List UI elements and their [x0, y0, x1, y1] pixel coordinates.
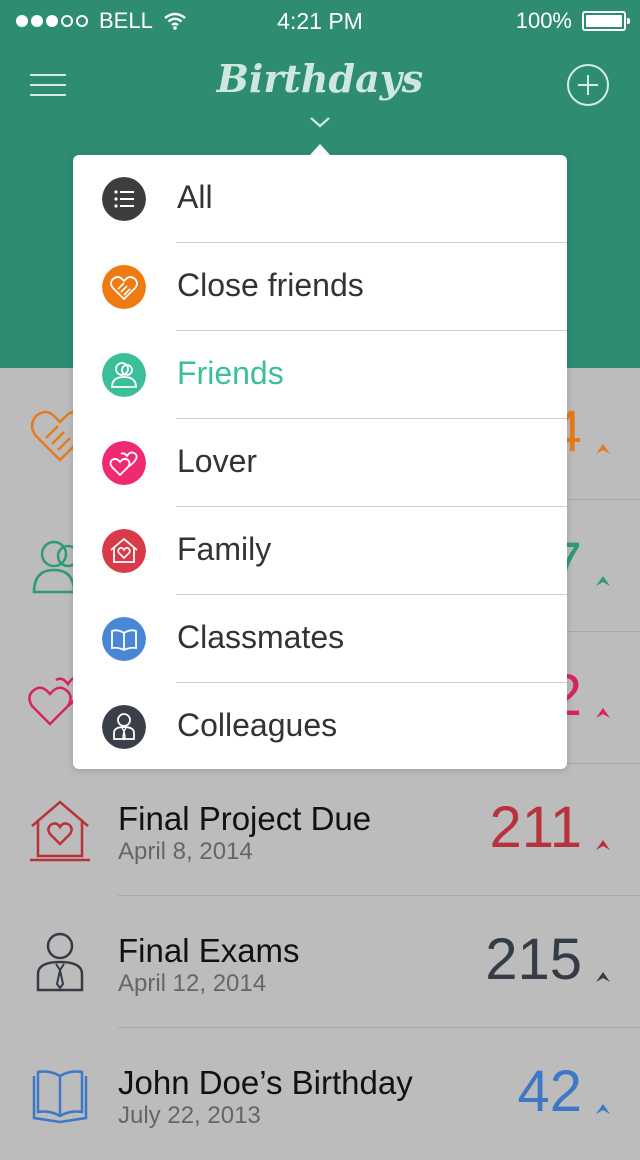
dropdown-item-classmates[interactable]: Classmates: [73, 595, 567, 683]
arrow-up-icon: [596, 840, 610, 850]
dropdown-item-family[interactable]: Family: [73, 507, 567, 595]
event-title: Final Project Due: [118, 800, 372, 837]
dropdown-item-colleagues[interactable]: Colleagues: [73, 683, 567, 771]
dropdown-item-label: Close friends: [177, 267, 364, 303]
days-count: 211: [489, 795, 582, 860]
status-bar: BELL 4:21 PM 100%: [0, 0, 640, 40]
add-icon[interactable]: [566, 63, 610, 107]
page-title[interactable]: Birthdays: [0, 56, 640, 101]
dropdown-item-friends[interactable]: Friends: [73, 331, 567, 419]
businessman-icon: [102, 705, 146, 749]
hearts-icon: [102, 441, 146, 485]
handshake-heart-icon: [102, 265, 146, 309]
days-count: 42: [517, 1059, 582, 1124]
book-icon: [102, 617, 146, 661]
chevron-down-icon[interactable]: [309, 115, 331, 129]
businessman-icon: [36, 932, 84, 992]
arrow-up-icon: [596, 972, 610, 982]
dropdown-item-label: Classmates: [177, 619, 345, 655]
list-item[interactable]: Final Exams April 12, 2014 215: [0, 896, 640, 1028]
arrow-up-icon: [596, 708, 610, 718]
event-date: July 22, 2013: [118, 1102, 261, 1129]
dropdown-item-label: Lover: [177, 443, 258, 479]
status-right: 100%: [515, 8, 630, 34]
arrow-up-icon: [596, 1104, 610, 1114]
battery-icon: [582, 11, 630, 31]
dropdown-item-close-friends[interactable]: Close friends: [73, 243, 567, 331]
dropdown-item-label: Friends: [177, 355, 284, 391]
people-icon: [102, 353, 146, 397]
event-date: April 12, 2014: [118, 970, 267, 997]
event-date: April 8, 2014: [118, 838, 253, 865]
dropdown-item-label: All: [177, 179, 213, 215]
list-icon: [102, 177, 146, 221]
arrow-up-icon: [596, 576, 610, 586]
event-title: Final Exams: [118, 932, 300, 969]
dropdown-item-label: Family: [177, 531, 272, 567]
battery-percent: 100%: [515, 8, 572, 33]
dropdown-item-all[interactable]: All: [73, 155, 567, 243]
list-item[interactable]: John Doe’s Birthday July 22, 2013 42: [0, 1028, 640, 1160]
dropdown-item-label: Colleagues: [177, 707, 338, 743]
dropdown-item-lover[interactable]: Lover: [73, 419, 567, 507]
book-icon: [32, 1070, 88, 1124]
house-heart-icon: [102, 529, 146, 573]
list-item[interactable]: Final Project Due April 8, 2014 211: [0, 764, 640, 896]
category-dropdown: All Close friends Friends Lover Family C…: [73, 155, 567, 769]
days-count: 215: [485, 927, 582, 992]
arrow-up-icon: [596, 444, 610, 454]
event-title: John Doe’s Birthday: [118, 1064, 413, 1101]
house-heart-icon: [30, 800, 90, 862]
